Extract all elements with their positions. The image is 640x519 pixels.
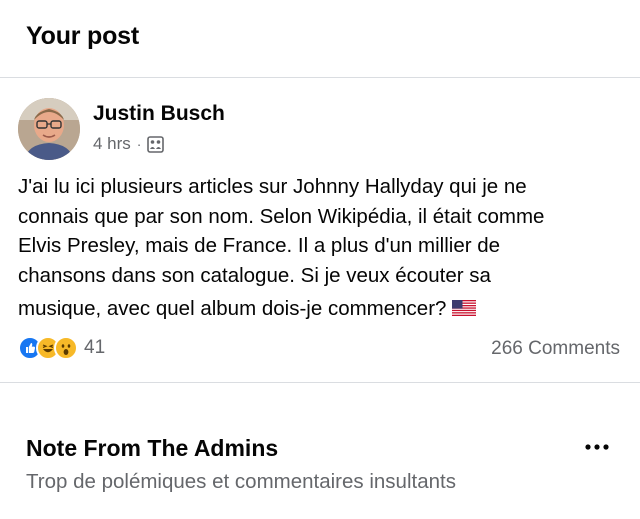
post-text-line-last: musique, avec quel album dois-je commenc… [18,294,618,324]
post-text-line: musique, avec quel album dois-je commenc… [18,297,447,320]
avatar-photo [18,98,80,160]
meta-separator: · [136,136,142,152]
us-flag-icon [452,295,477,316]
post-text-line: chansons dans son catalogue. Si je veux … [18,263,491,287]
admin-note-title: Note From The Admins [26,435,279,461]
reactions[interactable]: 41 [18,336,105,360]
admin-note-text: Trop de polémiques et commentaires insul… [26,470,456,493]
more-icon[interactable] [584,439,610,455]
post-time[interactable]: 4 hrs [93,134,131,154]
post-text: J'ai lu ici plusieurs articles sur Johnn… [18,172,618,324]
post-text-line: J'ai lu ici plusieurs articles sur Johnn… [18,175,527,198]
group-icon [147,135,165,153]
page-title: Your post [26,22,140,50]
post-card: Justin Busch 4 hrs · J'ai lu ici plusieu… [0,78,640,382]
post-meta: 4 hrs · [93,134,165,154]
author-name[interactable]: Justin Busch [93,102,225,126]
post-text-line: Elvis Presley, mais de France. Il a plus… [18,234,501,257]
wow-icon [54,336,78,360]
comments-count[interactable]: 266 Comments [491,338,620,360]
post-header: Your post [0,0,640,78]
reaction-count: 41 [84,337,106,358]
avatar[interactable] [18,98,80,160]
post-text-line: connais que par son nom. Selon Wikipédia… [18,204,545,228]
admin-note: Note From The Admins Trop de polémiques … [0,383,640,519]
